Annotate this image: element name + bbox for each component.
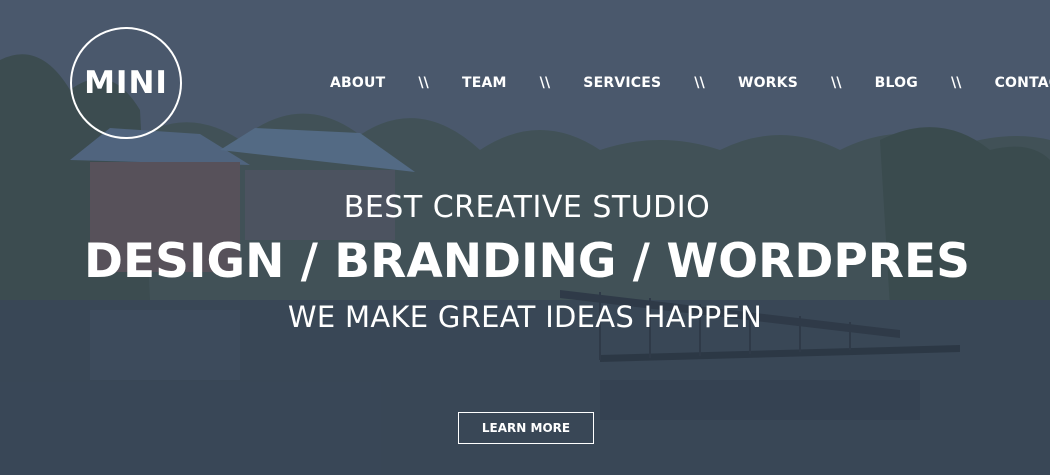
nav-separator: \\ — [694, 75, 705, 91]
nav-separator: \\ — [950, 75, 962, 91]
nav-separator: \\ — [539, 75, 551, 91]
nav-link-about[interactable]: ABOUT — [330, 75, 385, 91]
nav-link-blog[interactable]: BLOG — [875, 75, 918, 91]
nav-separator: \\ — [418, 75, 429, 91]
hero-subtitle: WE MAKE GREAT IDEAS HAPPEN — [287, 300, 763, 334]
learn-more-button[interactable]: LEARN MORE — [458, 412, 594, 444]
site-logo[interactable]: MINI — [70, 27, 182, 139]
nav-link-services[interactable]: SERVICES — [583, 75, 661, 91]
main-navigation: ABOUT \\ TEAM \\ SERVICES \\ WORKS \\ BL… — [330, 75, 1050, 91]
hero-title: DESIGN / BRANDING / WORDPRES — [84, 234, 970, 289]
nav-link-contact[interactable]: CONTACT — [995, 75, 1050, 91]
nav-link-team[interactable]: TEAM — [462, 75, 507, 91]
hero-kicker: BEST CREATIVE STUDIO — [343, 190, 711, 225]
hero-section: MINI ABOUT \\ TEAM \\ SERVICES \\ WORKS … — [0, 0, 1050, 475]
logo-text: MINI — [84, 65, 168, 101]
nav-link-works[interactable]: WORKS — [738, 75, 798, 91]
nav-separator: \\ — [831, 75, 842, 91]
